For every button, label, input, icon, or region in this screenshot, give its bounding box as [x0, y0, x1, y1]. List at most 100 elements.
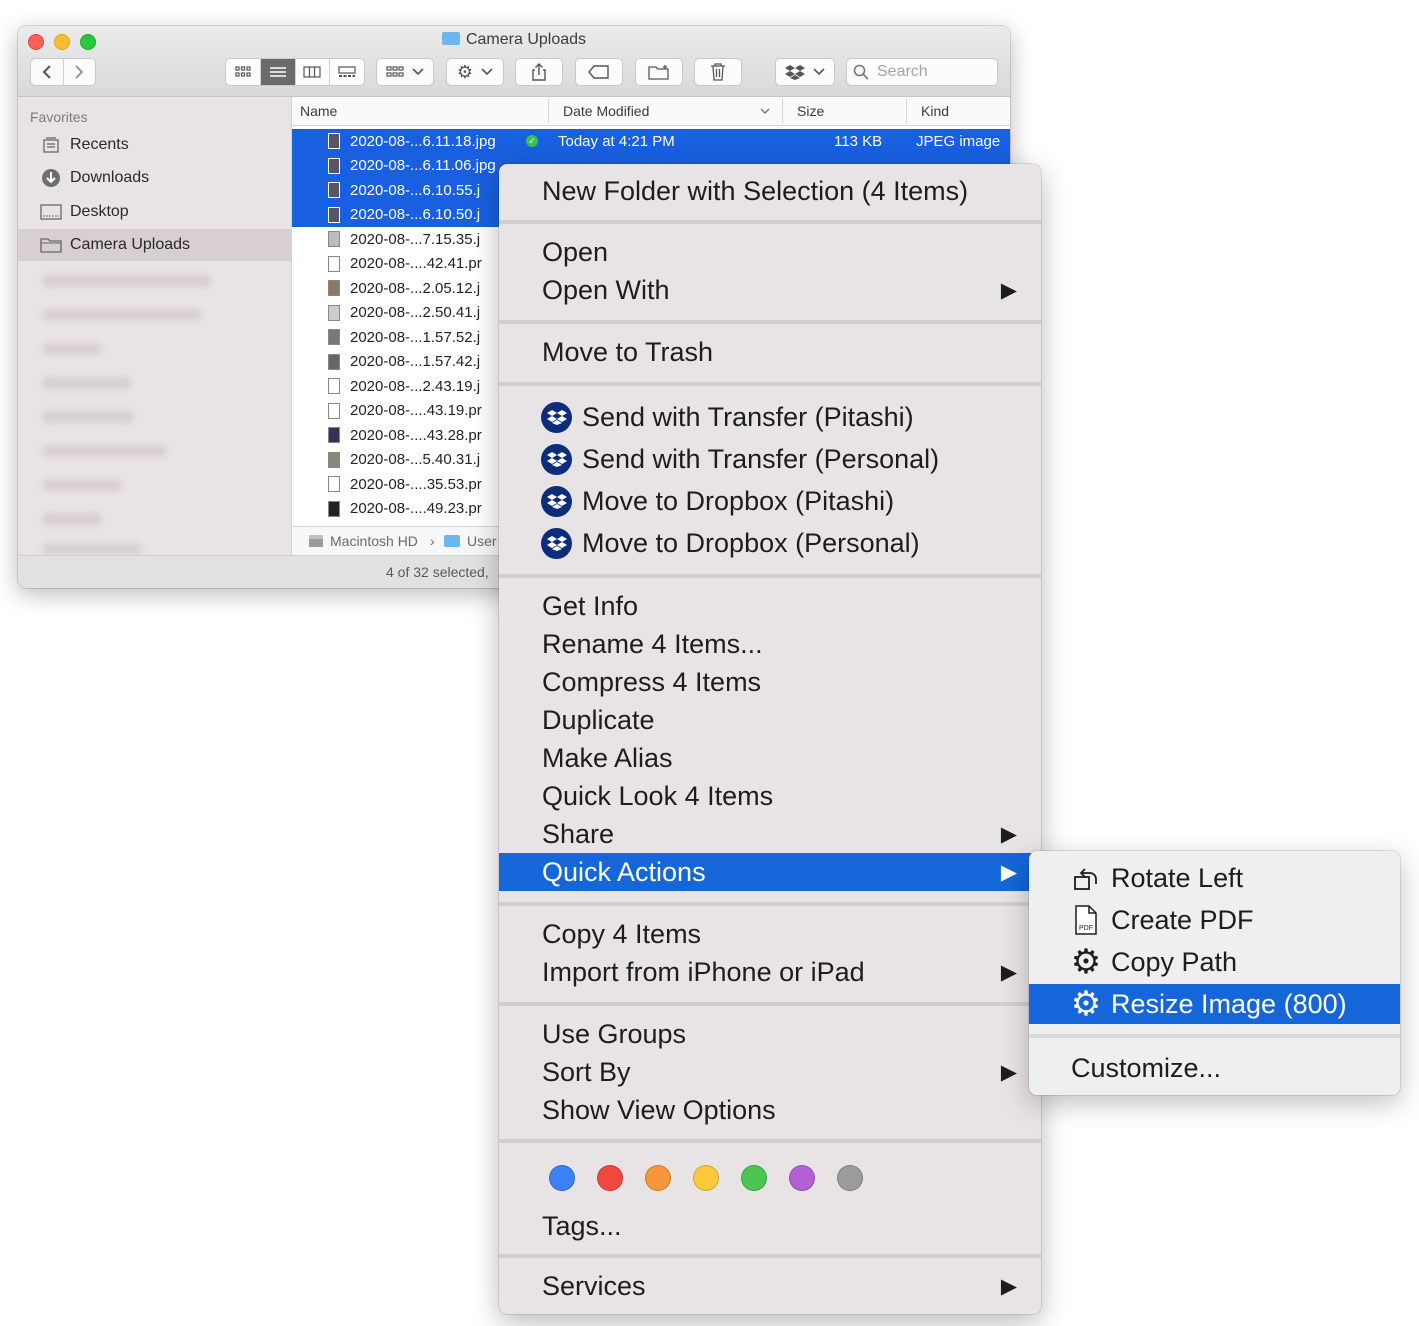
file-row[interactable]: 2020-08-...6.11.18.jpg ✓ Today at 4:21 P… — [292, 129, 1010, 154]
menu-item-open[interactable]: Open — [499, 233, 1041, 271]
group-grid-icon — [386, 66, 404, 77]
menu-separator — [499, 902, 1041, 906]
tag-color-dot[interactable] — [837, 1165, 863, 1191]
menu-item-send-transfer-personal[interactable]: Send with Transfer (Personal) — [499, 438, 1041, 480]
sidebar-item-downloads[interactable]: Downloads — [18, 162, 291, 194]
column-view-button[interactable] — [296, 59, 331, 85]
menu-item-use-groups[interactable]: Use Groups — [499, 1015, 1041, 1053]
list-view-button[interactable] — [260, 59, 296, 85]
image-thumbnail-icon — [328, 329, 340, 346]
submenu-arrow-icon: ▶ — [1000, 822, 1017, 846]
dropbox-icon — [541, 527, 572, 559]
image-thumbnail-icon — [328, 500, 340, 517]
dropbox-icon — [785, 65, 805, 80]
search-input[interactable] — [875, 62, 989, 82]
file-name: 2020-08-...6.10.50.j — [350, 206, 481, 224]
column-size[interactable]: Size — [797, 103, 824, 119]
menu-item-import-iphone[interactable]: Import from iPhone or iPad ▶ — [499, 953, 1041, 991]
folder-icon — [40, 236, 62, 254]
search-field[interactable] — [846, 58, 998, 86]
menu-item-duplicate[interactable]: Duplicate — [499, 701, 1041, 739]
menu-item-new-folder-with-selection[interactable]: New Folder with Selection (4 Items) — [499, 172, 1041, 210]
menu-item-rename[interactable]: Rename 4 Items... — [499, 625, 1041, 663]
submenu-item-rotate-left[interactable]: Rotate Left — [1029, 858, 1400, 898]
path-item-folder[interactable]: User — [467, 533, 497, 549]
sidebar-item-camera-uploads[interactable]: Camera Uploads — [18, 229, 291, 261]
menu-item-share[interactable]: Share ▶ — [499, 815, 1041, 853]
sidebar-item-recents[interactable]: Recents — [18, 129, 291, 161]
back-button[interactable] — [31, 59, 64, 85]
menu-item-quick-look[interactable]: Quick Look 4 Items — [499, 777, 1041, 815]
submenu-item-copy-path[interactable]: ⚙ Copy Path — [1029, 942, 1400, 982]
menu-item-move-dropbox-pitashi[interactable]: Move to Dropbox (Pitashi) — [499, 480, 1041, 522]
action-button[interactable]: ⚙ — [446, 58, 504, 86]
menu-item-compress[interactable]: Compress 4 Items — [499, 663, 1041, 701]
column-name[interactable]: Name — [300, 103, 337, 119]
dropbox-button[interactable] — [775, 58, 835, 86]
menu-item-show-view-options[interactable]: Show View Options — [499, 1091, 1041, 1129]
group-button[interactable] — [376, 58, 434, 86]
gear-icon: ⚙ — [1070, 985, 1102, 1023]
menu-item-copy[interactable]: Copy 4 Items — [499, 915, 1041, 953]
menu-item-open-with[interactable]: Open With ▶ — [499, 271, 1041, 309]
icon-view-button[interactable] — [226, 59, 261, 85]
sidebar-item-label: Desktop — [70, 203, 129, 220]
trash-icon — [711, 63, 725, 81]
columns-icon — [303, 66, 321, 78]
sidebar-item-label: Camera Uploads — [70, 236, 191, 253]
tag-color-dot[interactable] — [789, 1165, 815, 1191]
chevron-left-icon — [42, 65, 51, 79]
tag-color-dot[interactable] — [693, 1165, 719, 1191]
blurred-sidebar-item — [42, 377, 132, 389]
chevron-down-icon — [481, 68, 493, 76]
menu-separator — [499, 220, 1041, 224]
file-name: 2020-08-...6.11.18.jpg — [350, 132, 496, 150]
share-button[interactable] — [515, 58, 563, 86]
menu-item-send-transfer-pitashi[interactable]: Send with Transfer (Pitashi) — [499, 396, 1041, 438]
column-divider[interactable] — [548, 99, 549, 123]
menu-item-make-alias[interactable]: Make Alias — [499, 739, 1041, 777]
menu-item-tags[interactable]: Tags... — [499, 1207, 1041, 1245]
tag-color-dot[interactable] — [549, 1165, 575, 1191]
column-kind[interactable]: Kind — [921, 103, 949, 119]
downloads-icon — [40, 169, 62, 187]
menu-item-get-info[interactable]: Get Info — [499, 587, 1041, 625]
tag-color-dot[interactable] — [741, 1165, 767, 1191]
image-thumbnail-icon — [328, 182, 340, 199]
column-divider[interactable] — [906, 99, 907, 123]
column-date-modified[interactable]: Date Modified — [563, 103, 649, 119]
menu-item-sort-by[interactable]: Sort By ▶ — [499, 1053, 1041, 1091]
tag-button[interactable] — [575, 58, 623, 86]
tag-color-dot[interactable] — [597, 1165, 623, 1191]
window-title: Camera Uploads — [18, 31, 1010, 49]
new-folder-button[interactable] — [635, 58, 683, 86]
submenu-item-create-pdf[interactable]: PDF Create PDF — [1029, 900, 1400, 940]
tag-color-dot[interactable] — [645, 1165, 671, 1191]
menu-item-services[interactable]: Services ▶ — [499, 1267, 1041, 1305]
chevron-down-icon — [813, 68, 825, 76]
sort-chevron-icon — [760, 108, 770, 114]
gallery-view-button[interactable] — [330, 59, 364, 85]
blurred-sidebar-item — [42, 543, 142, 555]
file-name: 2020-08-...2.05.12.j — [350, 279, 481, 297]
menu-item-move-dropbox-personal[interactable]: Move to Dropbox (Personal) — [499, 522, 1041, 564]
gallery-icon — [338, 66, 356, 77]
file-name: 2020-08-...7.15.35.j — [350, 230, 481, 248]
trash-button[interactable] — [694, 58, 742, 86]
menu-item-quick-actions[interactable]: Quick Actions ▶ — [499, 853, 1041, 891]
forward-button[interactable] — [64, 59, 96, 85]
submenu-item-customize[interactable]: Customize... — [1029, 1048, 1400, 1088]
gear-icon: ⚙ — [1070, 943, 1102, 981]
new-folder-icon — [648, 65, 669, 80]
image-thumbnail-icon — [328, 451, 340, 468]
search-icon — [853, 64, 869, 80]
recents-icon — [40, 136, 62, 154]
blurred-sidebar-item — [42, 513, 102, 525]
column-divider[interactable] — [782, 99, 783, 123]
sidebar-item-desktop[interactable]: Desktop — [18, 196, 291, 228]
folder-icon — [441, 32, 460, 45]
submenu-item-resize-image[interactable]: ⚙ Resize Image (800) — [1029, 984, 1400, 1024]
menu-item-move-to-trash[interactable]: Move to Trash — [499, 333, 1041, 371]
file-name: 2020-08-...1.57.42.j — [350, 353, 481, 371]
path-item-disk[interactable]: Macintosh HD — [330, 533, 418, 549]
